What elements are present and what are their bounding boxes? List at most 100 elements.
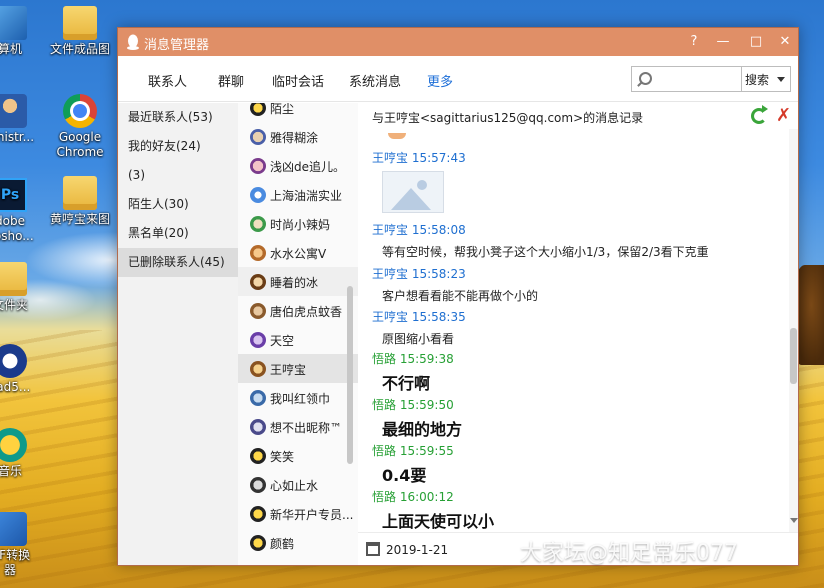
tab-system-messages[interactable]: 系统消息 xyxy=(349,71,401,90)
message-sender: 王哼宝 15:58:23 xyxy=(372,267,466,281)
title-bar[interactable]: 消息管理器 ? — □ ✕ xyxy=(118,28,798,56)
category-blacklist[interactable]: 黑名单(20) xyxy=(118,219,238,248)
avatar xyxy=(250,129,266,145)
message-sender: 悟路 15:59:50 xyxy=(372,398,454,412)
desktop-icon-cad[interactable]: cad5... xyxy=(0,344,50,395)
cad-icon xyxy=(0,344,27,378)
tab-contacts[interactable]: 联系人 xyxy=(148,71,187,90)
search-input[interactable] xyxy=(656,69,738,89)
avatar xyxy=(250,390,266,406)
avatar xyxy=(250,448,266,464)
message-scrollbar-thumb[interactable] xyxy=(790,328,797,384)
contact-item[interactable]: 笑笑 xyxy=(238,441,358,470)
contact-item[interactable]: 雅得糊涂 xyxy=(238,122,358,151)
contact-item[interactable]: 颜鹤 xyxy=(238,528,358,557)
search-divider xyxy=(741,67,742,91)
message-sender: 王哼宝 15:58:08 xyxy=(372,223,466,237)
avatar xyxy=(250,158,266,174)
minimize-button[interactable]: — xyxy=(712,32,734,52)
message-sender: 悟路 15:59:55 xyxy=(372,444,454,458)
contact-item-selected[interactable]: 王哼宝 xyxy=(238,354,358,383)
desktop-icon-music[interactable]: 音乐 xyxy=(0,428,50,479)
category-strangers[interactable]: 陌生人(30) xyxy=(118,190,238,219)
watermark: 大家坛@知足常乐077 xyxy=(520,541,738,566)
contact-list-scrollbar[interactable] xyxy=(347,286,353,464)
avatar xyxy=(250,361,266,377)
message-sender: 悟路 15:59:38 xyxy=(372,352,454,366)
contact-item[interactable]: 水水公寓V xyxy=(238,238,358,267)
contact-item[interactable]: 想不出昵称™ xyxy=(238,412,358,441)
desktop-icon-pdf[interactable]: DF转换 器 xyxy=(0,512,50,578)
desktop-icon-folder[interactable]: 文件夹 xyxy=(0,262,50,313)
contact-list: 陌尘 雅得糊涂 浅凶de追儿。 上海油湍实业 时尚小辣妈 水水公寓V 睡着的冰 xyxy=(238,103,358,565)
message-text: 上面天使可以小 xyxy=(382,512,495,531)
avatar xyxy=(250,103,266,116)
category-unnamed[interactable]: (3) xyxy=(118,161,238,190)
pdf-icon xyxy=(0,512,27,546)
message-image-thumbnail[interactable] xyxy=(382,171,444,213)
history-header: 与王哼宝<sagittarius125@qq.com>的消息记录 xyxy=(372,111,644,125)
message-text: 不行啊 xyxy=(382,374,431,393)
message-text: 原图缩小看看 xyxy=(382,332,455,346)
qq-penguin-icon xyxy=(127,34,139,50)
contact-item[interactable]: 陌尘 xyxy=(238,103,358,122)
avatar xyxy=(250,187,266,203)
category-recent-contacts[interactable]: 最近联系人(53) xyxy=(118,103,238,132)
chevron-down-icon[interactable] xyxy=(777,77,785,82)
contact-item[interactable]: 新华开户专员... xyxy=(238,499,358,528)
folder-icon xyxy=(63,6,97,40)
avatar xyxy=(250,274,266,290)
desktop-icon-chrome[interactable]: Google Chrome xyxy=(40,94,120,160)
music-icon xyxy=(0,428,27,462)
date-label[interactable]: 2019-1-21 xyxy=(386,543,448,557)
category-panel: 最近联系人(53) 我的好友(24) (3) 陌生人(30) 黑名单(20) 已… xyxy=(118,103,238,565)
contact-item[interactable]: 浅凶de追儿。 xyxy=(238,151,358,180)
avatar xyxy=(250,216,266,232)
desktop-icon-folder-images[interactable]: 黄哼宝来图 xyxy=(40,176,120,227)
message-sender: 王哼宝 15:58:35 xyxy=(372,310,466,324)
contact-item[interactable]: 睡着的冰 xyxy=(238,267,358,296)
contact-item[interactable]: 心如止水 xyxy=(238,470,358,499)
folder-icon xyxy=(0,262,27,296)
delete-icon[interactable]: ✗ xyxy=(776,105,791,126)
category-deleted-contacts[interactable]: 已删除联系人(45) xyxy=(118,248,238,277)
avatar xyxy=(250,245,266,261)
tab-temp-sessions[interactable]: 临时会话 xyxy=(272,71,324,90)
avatar xyxy=(250,419,266,435)
close-button[interactable]: ✕ xyxy=(774,32,796,52)
refresh-icon[interactable] xyxy=(751,105,768,124)
search-mode-select[interactable]: 搜索 xyxy=(745,71,769,88)
message-image-partial xyxy=(388,133,406,139)
message-text: 客户想看看能不能再做个小的 xyxy=(382,289,539,303)
contact-item[interactable]: 天空 xyxy=(238,325,358,354)
contact-item[interactable]: 时尚小辣妈 xyxy=(238,209,358,238)
contact-item[interactable]: 唐伯虎点蚊香 xyxy=(238,296,358,325)
avatar xyxy=(250,303,266,319)
message-manager-window: 消息管理器 ? — □ ✕ 联系人 群聊 临时会话 系统消息 更多 搜索 最近联… xyxy=(117,27,799,566)
message-sender: 王哼宝 15:57:43 xyxy=(372,151,466,165)
avatar xyxy=(250,535,266,551)
desktop-icon-folder-products[interactable]: 文件成品图 xyxy=(40,6,120,57)
help-button[interactable]: ? xyxy=(683,32,705,52)
contact-item[interactable]: 上海油湍实业 xyxy=(238,180,358,209)
avatar xyxy=(250,506,266,522)
message-text: 最细的地方 xyxy=(382,420,463,439)
photoshop-icon: Ps xyxy=(0,178,27,212)
calendar-icon[interactable] xyxy=(366,542,380,556)
message-text: 0.4要 xyxy=(382,466,427,485)
message-history: 与王哼宝<sagittarius125@qq.com>的消息记录 ✗ 王哼宝 1… xyxy=(358,103,798,532)
message-text: 等有空时候，帮我小凳子这个大小缩小1/3，保留2/3看下克重 xyxy=(382,245,709,259)
message-sender: 悟路 16:00:12 xyxy=(372,490,454,504)
scroll-down-icon[interactable] xyxy=(790,518,798,523)
window-title: 消息管理器 xyxy=(144,38,210,53)
avatar xyxy=(250,332,266,348)
tab-bar: 联系人 群聊 临时会话 系统消息 更多 搜索 xyxy=(118,56,798,102)
contact-item[interactable]: 我叫红领巾 xyxy=(238,383,358,412)
tab-group-chats[interactable]: 群聊 xyxy=(218,71,244,90)
computer-icon xyxy=(0,6,27,40)
category-my-friends[interactable]: 我的好友(24) xyxy=(118,132,238,161)
tab-more[interactable]: 更多 xyxy=(427,71,453,90)
maximize-button[interactable]: □ xyxy=(745,32,767,52)
search-box: 搜索 xyxy=(631,66,791,92)
user-icon xyxy=(0,94,27,128)
